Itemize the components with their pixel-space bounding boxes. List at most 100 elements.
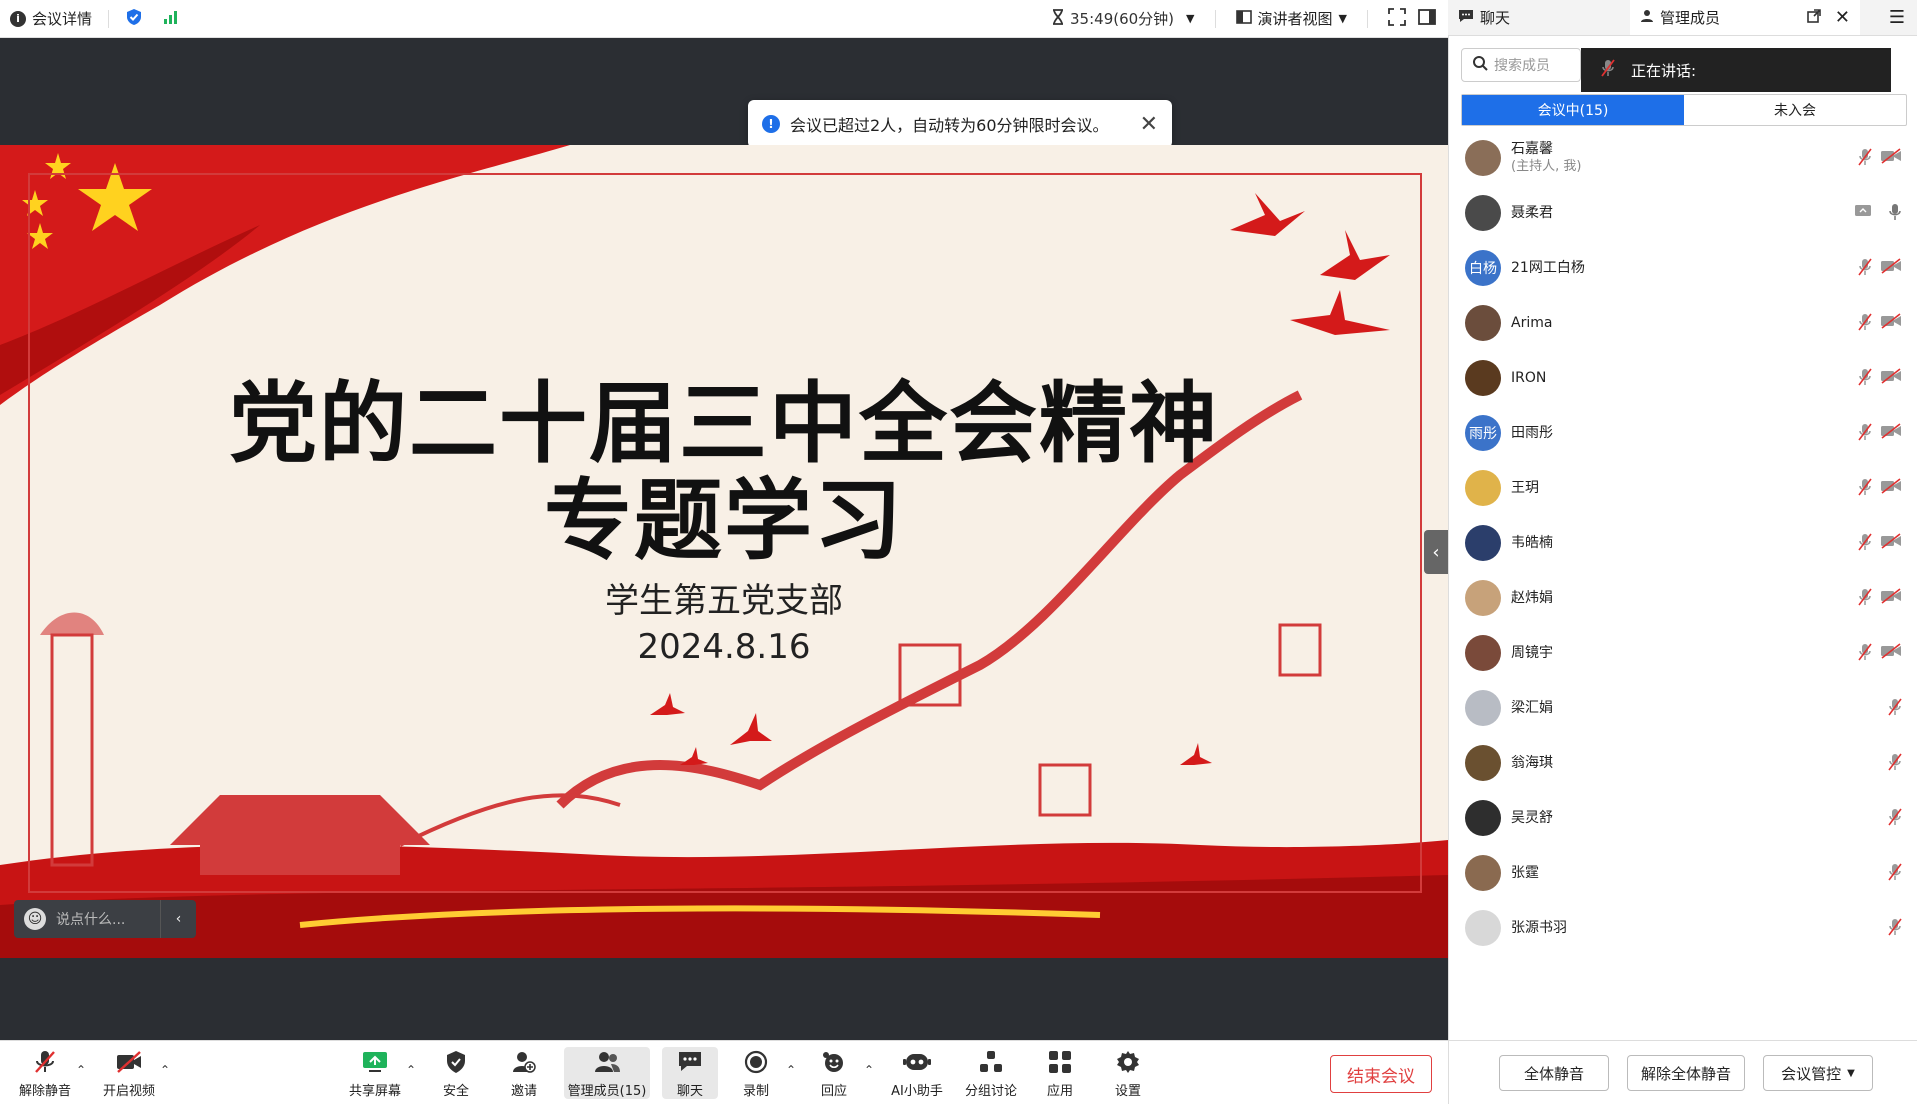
camera-off-icon[interactable]: [1880, 588, 1902, 608]
avatar: [1465, 799, 1501, 836]
mic-muted-icon[interactable]: [1858, 423, 1872, 445]
member-row[interactable]: 张源书羽: [1449, 900, 1917, 955]
signal-icon[interactable]: [163, 9, 179, 29]
chevron-up-icon[interactable]: ⌃: [406, 1063, 416, 1077]
member-name: 韦皓楠: [1511, 534, 1553, 551]
mic-muted-icon[interactable]: [1888, 698, 1902, 720]
unmute-all-button[interactable]: 解除全体静音: [1627, 1055, 1745, 1091]
mic-muted-icon[interactable]: [1888, 918, 1902, 940]
member-name: IRON: [1511, 369, 1547, 386]
mic-muted-icon[interactable]: [1858, 148, 1872, 170]
camera-off-icon[interactable]: [1880, 423, 1902, 443]
screen-share-icon[interactable]: [1854, 203, 1872, 223]
members-label: 管理成员(15): [567, 1083, 647, 1099]
members-button[interactable]: 管理成员(15): [564, 1047, 650, 1099]
member-row[interactable]: 石嘉馨 (主持人, 我): [1449, 130, 1917, 185]
member-row[interactable]: Arima: [1449, 295, 1917, 350]
camera-off-icon[interactable]: [1880, 258, 1902, 278]
popout-icon[interactable]: [1807, 8, 1821, 27]
info-icon: i: [10, 10, 26, 27]
meeting-control-label: 会议管控: [1781, 1064, 1842, 1083]
mic-muted-icon[interactable]: [1858, 368, 1872, 390]
camera-off-icon[interactable]: [1880, 368, 1902, 388]
mic-muted-icon[interactable]: [1888, 863, 1902, 885]
camera-off-icon[interactable]: [1880, 313, 1902, 333]
timer[interactable]: 35:49(60分钟) ▼: [1052, 8, 1195, 29]
ai-robot-icon: [902, 1048, 932, 1076]
member-row[interactable]: 翁海琪: [1449, 735, 1917, 790]
tab-members-label: 管理成员: [1660, 9, 1721, 27]
security-button[interactable]: 安全: [430, 1041, 482, 1104]
camera-off-icon[interactable]: [1880, 643, 1902, 663]
mute-all-button[interactable]: 全体静音: [1499, 1055, 1609, 1091]
search-input[interactable]: 搜索成员: [1461, 48, 1581, 82]
chevron-left-icon[interactable]: ‹: [160, 900, 196, 938]
member-name: 周镜宇: [1511, 644, 1553, 661]
member-row[interactable]: 王玥: [1449, 460, 1917, 515]
mic-muted-icon[interactable]: [1858, 258, 1872, 280]
mic-icon[interactable]: [1888, 203, 1902, 225]
camera-off-icon[interactable]: [1880, 478, 1902, 498]
mic-muted-icon[interactable]: [1858, 313, 1872, 335]
start-video-button[interactable]: 开启视频: [98, 1041, 160, 1104]
member-row[interactable]: 梁汇娟: [1449, 680, 1917, 735]
react-label: 回应: [820, 1083, 847, 1099]
meeting-control-dropdown[interactable]: 会议管控 ▼: [1763, 1055, 1873, 1091]
mic-muted-icon[interactable]: [1858, 478, 1872, 500]
member-filter: 会议中(15) 未入会: [1461, 94, 1907, 126]
menu-icon[interactable]: ☰: [1889, 7, 1905, 28]
close-icon[interactable]: ✕: [1835, 7, 1850, 28]
member-name-block: 田雨彤: [1511, 424, 1553, 442]
sidebar-toggle-icon[interactable]: [1418, 8, 1436, 30]
react-button[interactable]: 回应: [808, 1041, 860, 1104]
view-mode-label: 演讲者视图: [1257, 10, 1333, 28]
shield-icon[interactable]: [125, 8, 143, 30]
apps-button[interactable]: 应用: [1036, 1041, 1084, 1104]
gear-icon: [1113, 1048, 1143, 1076]
member-row[interactable]: 周镜宇: [1449, 625, 1917, 680]
chevron-up-icon[interactable]: ⌃: [786, 1063, 796, 1077]
tab-in-meeting[interactable]: 会议中(15): [1462, 95, 1684, 125]
settings-button[interactable]: 设置: [1104, 1041, 1152, 1104]
mic-muted-icon[interactable]: [1888, 808, 1902, 830]
ai-assistant-button[interactable]: AI小助手: [884, 1041, 950, 1104]
view-mode-dropdown[interactable]: 演讲者视图 ▼: [1235, 8, 1347, 29]
fullscreen-icon[interactable]: [1388, 7, 1406, 30]
chevron-up-icon[interactable]: ⌃: [864, 1063, 874, 1077]
tab-chat[interactable]: 聊天: [1448, 0, 1520, 35]
chevron-up-icon[interactable]: ⌃: [160, 1063, 170, 1077]
close-icon[interactable]: ✕: [1140, 112, 1158, 137]
member-row[interactable]: 白杨 21网工白杨: [1449, 240, 1917, 295]
tab-members[interactable]: 管理成员 ✕: [1630, 0, 1861, 35]
meeting-details-button[interactable]: i 会议详情: [10, 8, 92, 29]
mic-muted-icon[interactable]: [1858, 533, 1872, 555]
unmute-button[interactable]: 解除静音: [14, 1041, 76, 1104]
camera-off-icon[interactable]: [1880, 148, 1902, 168]
chat-button[interactable]: 聊天: [662, 1047, 718, 1099]
share-screen-button[interactable]: 共享屏幕: [344, 1041, 406, 1104]
member-row[interactable]: 吴灵舒: [1449, 790, 1917, 845]
member-row[interactable]: 雨彤 田雨彤: [1449, 405, 1917, 460]
invite-button[interactable]: 邀请: [498, 1041, 550, 1104]
breakout-button[interactable]: 分组讨论: [960, 1041, 1022, 1104]
member-row[interactable]: 聂柔君: [1449, 185, 1917, 240]
member-row[interactable]: IRON: [1449, 350, 1917, 405]
camera-off-icon[interactable]: [1880, 533, 1902, 553]
chevron-up-icon[interactable]: ⌃: [76, 1063, 86, 1077]
mic-muted-icon[interactable]: [1858, 643, 1872, 665]
mic-muted-icon[interactable]: [1858, 588, 1872, 610]
emoji-icon[interactable]: ☺: [24, 908, 46, 930]
member-row[interactable]: 张霆: [1449, 845, 1917, 900]
record-button[interactable]: 录制: [730, 1041, 782, 1104]
collapse-panel-button[interactable]: ‹: [1424, 530, 1448, 574]
mic-muted-icon[interactable]: [1888, 753, 1902, 775]
chat-input[interactable]: ☺ 说点什么... ‹: [14, 900, 196, 938]
avatar: [1465, 909, 1501, 946]
member-name: 张霆: [1511, 864, 1539, 881]
member-row[interactable]: 韦皓楠: [1449, 515, 1917, 570]
avatar: [1465, 304, 1501, 341]
tab-not-joined[interactable]: 未入会: [1684, 95, 1906, 125]
member-row[interactable]: 赵炜娟: [1449, 570, 1917, 625]
end-meeting-button[interactable]: 结束会议: [1330, 1055, 1432, 1093]
share-screen-icon: [360, 1048, 390, 1076]
